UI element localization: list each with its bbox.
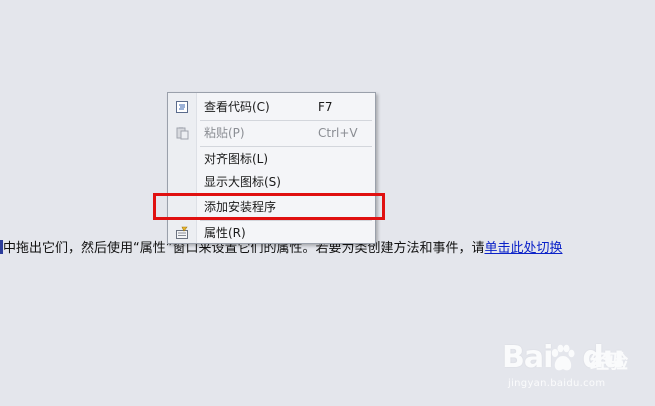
menu-item-shortcut: Ctrl+V: [318, 126, 358, 140]
view-code-icon: [176, 101, 188, 113]
menu-item-paste[interactable]: 粘贴(P) Ctrl+V: [168, 122, 375, 144]
menu-item-label: 粘贴(P): [204, 126, 245, 140]
annotation-highlight-box: [153, 193, 385, 220]
paw-logo-icon: [551, 344, 575, 371]
properties-icon: [176, 226, 188, 239]
watermark-cn-text: 经验: [590, 351, 629, 373]
paste-icon: [176, 127, 189, 140]
baidu-jingyan-watermark: Bai du 经验 jingyan.baidu.com: [500, 340, 650, 400]
menu-separator: [200, 146, 372, 147]
menu-item-label: 查看代码(C): [204, 100, 270, 114]
menu-item-view-code[interactable]: 查看代码(C) F7: [168, 96, 375, 118]
menu-item-label: 属性(R): [204, 226, 246, 240]
watermark-url: jingyan.baidu.com: [508, 378, 606, 389]
menu-item-align-icons[interactable]: 对齐图标(L): [168, 148, 375, 170]
menu-item-label: 显示大图标(S): [204, 175, 281, 189]
menu-item-label: 对齐图标(L): [204, 152, 269, 166]
context-menu: 查看代码(C) F7 粘贴(P) Ctrl+V 对齐图标(L) 显示大图标(S)…: [167, 92, 376, 244]
menu-separator: [200, 220, 372, 221]
switch-to-code-link[interactable]: 单击此处切换: [484, 241, 562, 256]
watermark-brand-part1: Bai: [502, 340, 553, 375]
menu-item-show-large-icons[interactable]: 显示大图标(S): [168, 171, 375, 193]
menu-separator: [200, 120, 372, 121]
designer-surface: 中拖出它们，然后使用“属性”窗口来设置它们的属性。若要为类创建方法和事件，请单击…: [0, 0, 655, 406]
menu-item-properties[interactable]: 属性(R): [168, 222, 375, 244]
menu-item-shortcut: F7: [318, 100, 333, 114]
